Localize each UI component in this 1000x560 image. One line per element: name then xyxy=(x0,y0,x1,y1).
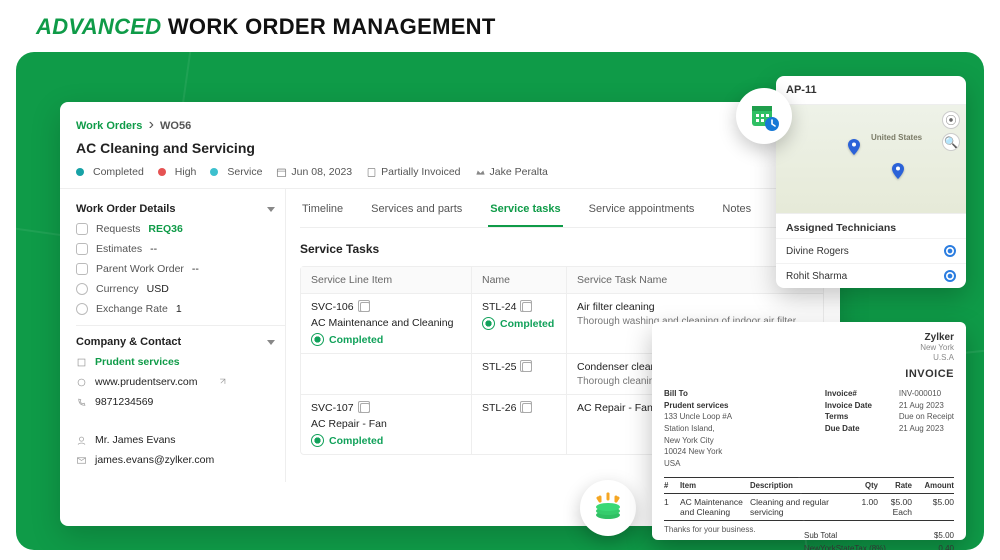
work-order-title: AC Cleaning and Servicing xyxy=(76,140,824,156)
page-title-accent: ADVANCED xyxy=(36,14,161,39)
invoice-thanks: Thanks for your business. xyxy=(664,525,756,534)
copy-icon[interactable] xyxy=(522,302,532,312)
building-icon xyxy=(76,357,87,368)
page-title: ADVANCED WORK ORDER MANAGEMENT xyxy=(0,0,1000,52)
mail-icon xyxy=(76,455,87,466)
company-header[interactable]: Company & Contact xyxy=(76,336,275,348)
crown-icon xyxy=(475,167,486,178)
technician-row[interactable]: Divine Rogers xyxy=(776,238,966,263)
row-parent[interactable]: Parent Work Order-- xyxy=(76,263,275,275)
tab-appts[interactable]: Service appointments xyxy=(587,195,697,227)
invoice-totals: Sub Total$5.00 NewYorkStateTax (8%)0.40 … xyxy=(804,529,954,550)
type-badge: Service xyxy=(210,166,262,178)
map-label: United States xyxy=(871,133,922,142)
company-website[interactable]: www.prudentserv.com xyxy=(76,376,275,388)
invoice-line: 1 AC Maintenance and Cleaning Cleaning a… xyxy=(664,494,954,520)
exchange-icon xyxy=(76,303,88,315)
parent-icon xyxy=(76,263,88,275)
invoice-table: # Item Description Qty Rate Amount 1 AC … xyxy=(664,477,954,521)
technicians-header: Assigned Technicians xyxy=(776,214,966,238)
meta-row: Completed High Service Jun 08, 2023 Part… xyxy=(76,166,824,178)
billing-badge xyxy=(580,480,636,536)
copy-icon[interactable] xyxy=(360,302,370,312)
row-requests[interactable]: RequestsREQ36 xyxy=(76,223,275,235)
tab-tasks[interactable]: Service tasks xyxy=(488,195,562,227)
calendar-icon xyxy=(276,167,287,178)
invoice-card: Zylker New YorkU.S.A INVOICE Bill To Pru… xyxy=(652,322,966,540)
row-exchange[interactable]: Exchange Rate1 xyxy=(76,303,275,315)
row-estimates[interactable]: Estimates-- xyxy=(76,243,275,255)
breadcrumb-sep: › xyxy=(149,116,154,133)
contact-email[interactable]: james.evans@zylker.com xyxy=(76,454,275,466)
details-header[interactable]: Work Order Details xyxy=(76,203,275,215)
contact-name[interactable]: Mr. James Evans xyxy=(76,434,275,446)
map-pin-icon[interactable] xyxy=(848,139,860,155)
breadcrumb[interactable]: Work Orders › WO56 xyxy=(76,116,824,134)
stage: Work Orders › WO56 AC Cleaning and Servi… xyxy=(16,52,984,550)
row-currency[interactable]: CurrencyUSD xyxy=(76,283,275,295)
estimate-icon xyxy=(76,243,88,255)
map[interactable]: United States ⦿ 🔍 xyxy=(776,104,966,214)
technician-row[interactable]: Rohit Sharma xyxy=(776,263,966,288)
request-icon xyxy=(76,223,88,235)
user-icon xyxy=(76,435,87,446)
invoice-company: Zylker xyxy=(920,332,954,343)
invoice-bill-to: Bill To Prudent services 133 Uncle Loop … xyxy=(664,388,732,469)
map-card: AP-11 United States ⦿ 🔍 Assigned Technic… xyxy=(776,76,966,288)
date-badge: Jun 08, 2023 xyxy=(276,166,352,178)
tab-notes[interactable]: Notes xyxy=(720,195,753,227)
assignee-badge: Jake Peralta xyxy=(475,166,548,178)
chevron-down-icon xyxy=(267,340,275,345)
copy-icon[interactable] xyxy=(522,362,532,372)
coins-icon xyxy=(591,491,625,525)
tab-timeline[interactable]: Timeline xyxy=(300,195,345,227)
details-sidebar: Work Order Details RequestsREQ36 Estimat… xyxy=(76,189,286,482)
globe-icon xyxy=(76,377,87,388)
page-title-rest: WORK ORDER MANAGEMENT xyxy=(161,14,495,39)
map-locate-button[interactable]: ⦿ xyxy=(942,111,960,129)
breadcrumb-root[interactable]: Work Orders xyxy=(76,120,142,132)
tab-parts[interactable]: Services and parts xyxy=(369,195,464,227)
copy-icon[interactable] xyxy=(360,403,370,413)
schedule-badge xyxy=(736,88,792,144)
external-link-icon[interactable] xyxy=(216,377,227,388)
breadcrumb-id: WO56 xyxy=(160,120,191,132)
status-badge: Completed xyxy=(76,166,144,178)
priority-badge: High xyxy=(158,166,197,178)
tabs: Timeline Services and parts Service task… xyxy=(300,195,824,228)
appointment-id: AP-11 xyxy=(776,76,966,104)
company-name[interactable]: Prudent services xyxy=(76,356,275,368)
technician-locate-icon[interactable] xyxy=(944,245,956,257)
currency-icon xyxy=(76,283,88,295)
map-pin-icon[interactable] xyxy=(892,163,904,179)
company-phone[interactable]: 9871234569 xyxy=(76,396,275,408)
technician-locate-icon[interactable] xyxy=(944,270,956,282)
invoice-meta: Invoice#INV-000010 Invoice Date21 Aug 20… xyxy=(825,388,954,469)
invoice-status-badge: Partially Invoiced xyxy=(366,166,460,178)
chevron-down-icon xyxy=(267,207,275,212)
copy-icon[interactable] xyxy=(522,403,532,413)
calendar-clock-icon xyxy=(748,100,780,132)
phone-icon xyxy=(76,397,87,408)
invoice-title: INVOICE xyxy=(664,368,954,380)
table-header: Service Line Item Name Service Task Name xyxy=(301,267,823,293)
invoice-icon xyxy=(366,167,377,178)
map-zoom-button[interactable]: 🔍 xyxy=(942,133,960,151)
tasks-header: Service Tasks xyxy=(300,242,824,256)
